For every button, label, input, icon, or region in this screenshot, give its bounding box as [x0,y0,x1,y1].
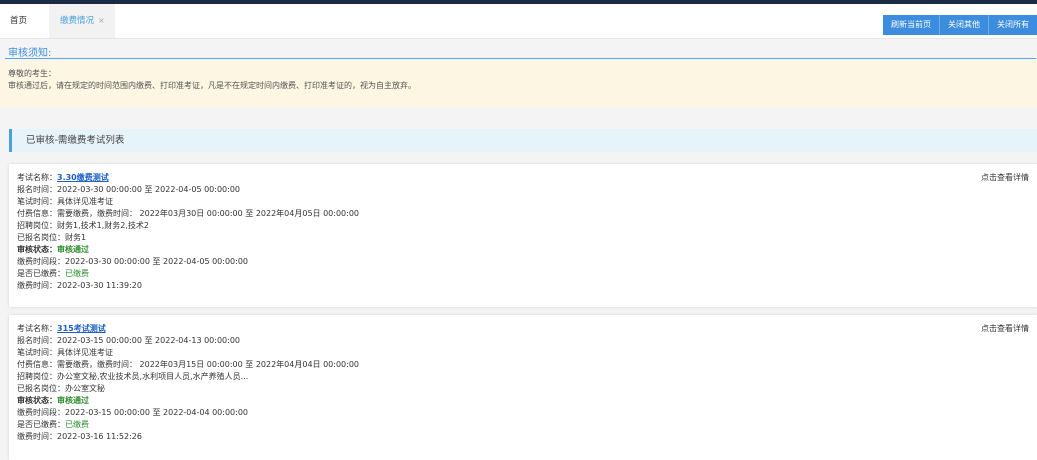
section-header: 已审核-需缴费考试列表 [9,129,1037,152]
tab-actions: 刷新当前页 关闭其他 关闭所有 [883,15,1037,35]
signup-time-value: 2022-03-15 00:00:00 至 2022-04-13 00:00:0… [57,336,241,345]
review-status-value: 审核通过 [57,245,89,254]
applied-position-label: 已报名岗位： [17,384,65,393]
notice-greeting: 尊敬的考生： [8,69,56,78]
exam-card-body: 考试名称：3.30缴费测试 报名时间：2022-03-30 00:00:00 至… [17,172,359,292]
notice-divider [5,58,1036,59]
pay-time-value: 2022-03-16 11:52:26 [57,432,142,441]
exam-card-body: 考试名称：315考试测试 报名时间：2022-03-15 00:00:00 至 … [17,323,359,443]
notice-box: 尊敬的考生： 审核通过后，请在规定的时间范围内缴费、打印准考证，凡是不在规定时间… [0,61,1037,107]
payment-period-value: 2022-03-15 00:00:00 至 2022-04-04 00:00:0… [65,408,249,417]
positions-value: 财务1,技术1,财务2,技术2 [57,221,149,230]
paid-label: 是否已缴费： [17,269,65,278]
notice-body: 审核通过后，请在规定的时间范围内缴费、打印准考证，凡是不在规定时间内缴费、打印准… [8,81,416,90]
payment-period-label: 缴费时间段： [17,257,65,266]
signup-time-value: 2022-03-30 00:00:00 至 2022-04-05 00:00:0… [57,185,241,194]
written-time-value: 具体详见准考证 [57,197,113,206]
refresh-page-button[interactable]: 刷新当前页 [883,15,939,35]
positions-value: 办公室文秘,农业技术员,水利项目人员,水产养殖人员... [57,372,249,381]
review-status-label: 审核状态： [17,396,57,405]
exam-name-link[interactable]: 315考试测试 [57,324,106,333]
signup-time-label: 报名时间： [17,185,57,194]
exam-name-label: 考试名称： [17,173,57,182]
payment-period-value: 2022-03-30 00:00:00 至 2022-04-05 00:00:0… [65,257,249,266]
written-time-value: 具体详见准考证 [57,348,113,357]
signup-time-label: 报名时间： [17,336,57,345]
notice-title: 审核须知: [8,48,52,59]
exam-name-link[interactable]: 3.30缴费测试 [57,173,109,182]
view-details-link[interactable]: 点击查看详情 [981,172,1029,183]
payment-info-label: 付费信息： [17,209,57,218]
pay-time-label: 缴费时间： [17,281,57,290]
tab-payment-status-label: 缴费情况 [60,16,95,26]
pay-time-label: 缴费时间： [17,432,57,441]
tab-home[interactable]: 首页 [10,4,27,38]
review-status-value: 审核通过 [57,396,89,405]
written-time-label: 笔试时间： [17,197,57,206]
paid-label: 是否已缴费： [17,420,65,429]
exam-card: 考试名称：315考试测试 报名时间：2022-03-15 00:00:00 至 … [9,315,1037,460]
written-time-label: 笔试时间： [17,348,57,357]
close-icon[interactable]: × [98,16,105,25]
positions-label: 招聘岗位： [17,372,57,381]
paid-value: 已缴费 [65,269,89,278]
tab-bar: 首页 缴费情况 × 刷新当前页 关闭其他 关闭所有 [0,4,1037,39]
applied-position-value: 办公室文秘 [65,384,105,393]
pay-time-value: 2022-03-30 11:39:20 [57,281,142,290]
payment-info-value: 需要缴费，缴费时间： 2022年03月15日 00:00:00 至 2022年0… [57,360,360,369]
payment-period-label: 缴费时间段： [17,408,65,417]
payment-info-label: 付费信息： [17,360,57,369]
exam-card: 考试名称：3.30缴费测试 报名时间：2022-03-30 00:00:00 至… [9,164,1037,307]
view-details-link[interactable]: 点击查看详情 [981,323,1029,334]
exam-name-label: 考试名称： [17,324,57,333]
positions-label: 招聘岗位： [17,221,57,230]
applied-position-value: 财务1 [65,233,87,242]
section-title: 已审核-需缴费考试列表 [26,135,125,146]
review-status-label: 审核状态： [17,245,57,254]
close-others-button[interactable]: 关闭其他 [939,15,988,35]
payment-info-value: 需要缴费，缴费时间： 2022年03月30日 00:00:00 至 2022年0… [57,209,360,218]
close-all-button[interactable]: 关闭所有 [988,15,1037,35]
tab-payment-status[interactable]: 缴费情况 × [49,4,115,38]
paid-value: 已缴费 [65,420,89,429]
applied-position-label: 已报名岗位： [17,233,65,242]
